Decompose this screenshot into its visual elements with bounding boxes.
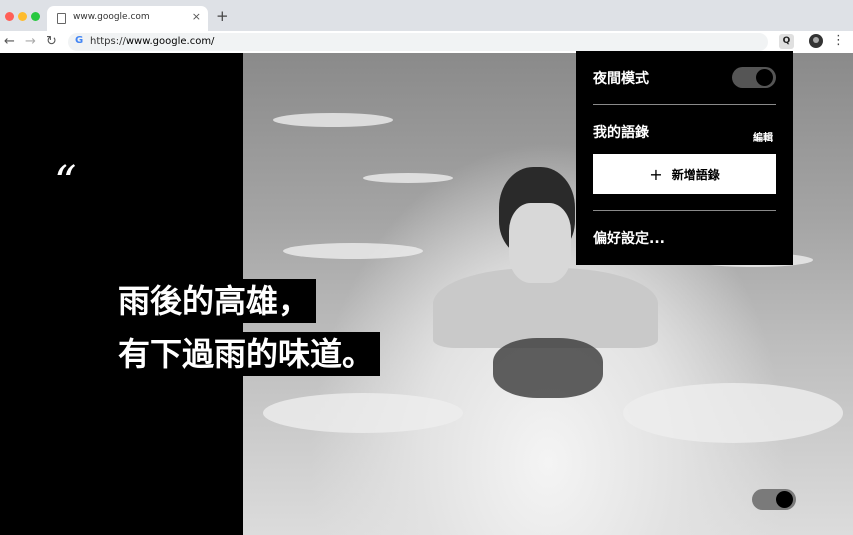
quote-mark-icon: “: [54, 157, 77, 208]
night-mode-label: 夜間模式: [593, 71, 649, 87]
menu-divider: [593, 104, 776, 105]
water-wave: [623, 383, 843, 443]
url-text: https://www.google.com/: [90, 36, 215, 47]
maximize-window-button[interactable]: [31, 12, 40, 21]
new-tab-button[interactable]: +: [216, 7, 229, 25]
plus-icon: +: [649, 164, 663, 184]
night-mode-toggle[interactable]: [732, 67, 776, 88]
settings-dropdown-menu: 夜間模式 我的語錄 編輯 + 新增語錄 偏好設定...: [576, 51, 793, 265]
bottom-toggle-switch[interactable]: [752, 489, 796, 510]
add-quote-label: 新增語錄: [671, 167, 720, 182]
toggle-knob: [756, 69, 773, 86]
browser-tab[interactable]: www.google.com ×: [47, 6, 208, 31]
extension-icon[interactable]: Q: [779, 34, 794, 49]
person-hands-on-face: [509, 203, 571, 283]
close-window-button[interactable]: [5, 12, 14, 21]
back-arrow-icon[interactable]: ←: [4, 33, 15, 51]
address-bar[interactable]: G https://www.google.com/: [68, 33, 768, 51]
browser-chrome: www.google.com × + ← → ↻ G https://www.g…: [0, 0, 853, 53]
tab-close-button[interactable]: ×: [192, 10, 201, 23]
add-quote-button[interactable]: + 新增語錄: [593, 154, 776, 194]
browser-toolbar: ← → ↻ G https://www.google.com/ Q ⋮: [0, 31, 853, 53]
avatar[interactable]: [809, 34, 823, 48]
google-icon: G: [75, 35, 84, 46]
water-wave: [273, 113, 393, 127]
more-menu-icon[interactable]: ⋮: [832, 33, 845, 49]
water-shadow: [493, 338, 603, 398]
minimize-window-button[interactable]: [18, 12, 27, 21]
tab-title: www.google.com: [73, 12, 150, 22]
page-icon: [57, 13, 66, 24]
water-wave: [283, 243, 423, 259]
preferences-menu-item[interactable]: 偏好設定...: [593, 228, 665, 248]
quote-line-1: 雨後的高雄，: [114, 279, 317, 323]
forward-arrow-icon[interactable]: →: [25, 33, 36, 51]
menu-divider: [593, 210, 776, 211]
quote-line-2: 有下過雨的味道。: [114, 332, 381, 376]
reload-icon[interactable]: ↻: [46, 33, 57, 51]
water-wave: [263, 393, 463, 433]
my-quotes-label: 我的語錄: [593, 125, 649, 141]
toggle-knob: [776, 491, 793, 508]
water-wave: [363, 173, 453, 183]
edit-quotes-link[interactable]: 編輯: [753, 129, 773, 144]
